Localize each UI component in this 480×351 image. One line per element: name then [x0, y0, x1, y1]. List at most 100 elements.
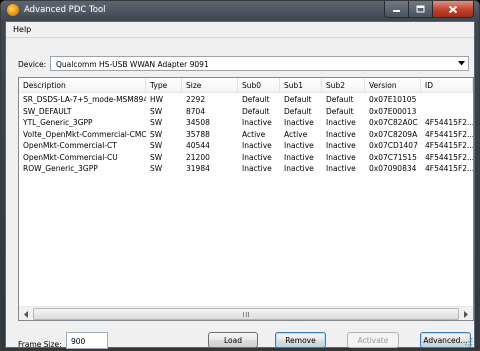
cell-size: 40544	[186, 141, 210, 150]
frame-size-value: 900	[71, 337, 86, 346]
maximize-icon	[416, 5, 425, 13]
table-row[interactable]: SR_DSDS-LA-7+5_mode-MSM8940 HW 2292 Default…	[19, 94, 473, 106]
config-table[interactable]: Description Type Size Sub0 Sub1 Sub2 Ver…	[18, 77, 474, 321]
cell-id: 4F54415F2...	[425, 164, 473, 173]
frame-size-input[interactable]: 900	[66, 332, 108, 349]
cell-type: SW	[150, 164, 163, 173]
chevron-right-icon	[464, 310, 468, 318]
cell-size: 34508	[186, 118, 210, 127]
column-header-version[interactable]: Version	[365, 78, 421, 93]
cell-sub0: Inactive	[242, 164, 272, 173]
menu-help[interactable]: Help	[11, 25, 33, 34]
cell-size: 35788	[186, 129, 210, 139]
cell-sub0: Active	[242, 129, 266, 139]
cell-version: 0x07E10105	[369, 95, 417, 104]
close-button[interactable]	[433, 1, 474, 18]
cell-description: SR_DSDS-LA-7+5_mode-MSM8940	[23, 95, 146, 104]
table-row[interactable]: OpenMkt-Commercial-CU SW 21200 Inactive Inac…	[19, 152, 473, 164]
app-window: Advanced PDC Tool Help Device: Qualcomm …	[0, 0, 480, 351]
frame-size-label: Frame Size:	[18, 340, 62, 349]
menu-bar: Help	[6, 22, 474, 38]
cell-sub2: Inactive	[326, 152, 356, 162]
table-row[interactable]: ROW_Generic_3GPP SW 31984 Inactive Inactive I…	[19, 163, 473, 175]
column-header-sub2[interactable]: Sub2	[322, 78, 365, 93]
load-button[interactable]: Load	[208, 332, 258, 348]
cell-id: 4F54415F2...	[425, 141, 473, 150]
cell-sub0: Inactive	[242, 152, 272, 162]
cell-type: SW	[150, 118, 163, 127]
cell-type: SW	[150, 129, 163, 139]
cell-sub0: Default	[242, 106, 270, 116]
client-area: Help Device: Qualcomm HS-USB WWAN Adapte…	[5, 21, 475, 349]
cell-version: 0x07C71515	[369, 152, 417, 162]
cell-sub2: Inactive	[326, 129, 356, 139]
cell-sub2: Inactive	[326, 118, 356, 127]
cell-sub2: Inactive	[326, 164, 356, 173]
column-header-sub0[interactable]: Sub0	[238, 78, 280, 93]
cell-id: 4F54415F2...	[425, 152, 473, 162]
table-row[interactable]: Volte_OpenMkt-Commercial-CMCC SW 35788 Acti…	[19, 129, 473, 141]
device-label: Device:	[18, 60, 47, 69]
column-header-description[interactable]: Description	[19, 78, 146, 93]
cell-description: OpenMkt-Commercial-CT	[23, 141, 117, 150]
cell-sub1: Inactive	[284, 164, 314, 173]
chevron-left-icon	[24, 310, 28, 318]
cell-sub1: Inactive	[284, 141, 314, 150]
cell-type: SW	[150, 106, 163, 116]
cell-type: SW	[150, 141, 163, 150]
table-row[interactable]: OpenMkt-Commercial-CT SW 40544 Inactive Inac…	[19, 140, 473, 152]
cell-description: ROW_Generic_3GPP	[23, 164, 98, 173]
caption-buttons	[384, 1, 474, 18]
table-body: SR_DSDS-LA-7+5_mode-MSM8940 HW 2292 Default…	[19, 94, 473, 175]
remove-button[interactable]: Remove	[275, 332, 326, 348]
table-row[interactable]: SW_DEFAULT SW 8704 Default Default Default 0x0…	[19, 106, 473, 118]
scrollbar-thumb[interactable]	[33, 308, 459, 320]
cell-sub1: Inactive	[284, 118, 314, 127]
activate-button[interactable]: Activate	[347, 332, 399, 348]
cell-sub1: Inactive	[284, 152, 314, 162]
column-header-type[interactable]: Type	[146, 78, 182, 93]
cell-description: Volte_OpenMkt-Commercial-CMCC	[23, 129, 146, 139]
cell-sub1: Default	[284, 95, 312, 104]
cell-size: 31984	[186, 164, 210, 173]
column-header-sub1[interactable]: Sub1	[280, 78, 322, 93]
scroll-right-button[interactable]	[459, 307, 473, 320]
cell-version: 0x07C8209A	[369, 129, 418, 139]
table-row[interactable]: YTL_Generic_3GPP SW 34508 Inactive Inactive I…	[19, 117, 473, 129]
horizontal-scrollbar[interactable]	[19, 306, 473, 320]
resize-grip-icon[interactable]	[464, 337, 473, 346]
device-dropdown[interactable]: Qualcomm HS-USB WWAN Adapter 9091	[50, 56, 469, 71]
column-header-id[interactable]: ID	[421, 78, 473, 93]
column-header-size[interactable]: Size	[182, 78, 238, 93]
app-icon	[7, 4, 19, 16]
cell-description: SW_DEFAULT	[23, 106, 72, 116]
cell-version: 0x07090834	[369, 164, 417, 173]
grip-icon	[243, 311, 249, 317]
cell-description: YTL_Generic_3GPP	[23, 118, 93, 127]
window-title: Advanced PDC Tool	[24, 5, 106, 15]
cell-size: 8704	[186, 106, 206, 116]
cell-sub0: Inactive	[242, 118, 272, 127]
cell-sub1: Active	[284, 129, 308, 139]
cell-type: SW	[150, 152, 163, 162]
cell-version: 0x07E00013	[369, 106, 417, 116]
table-header: Description Type Size Sub0 Sub1 Sub2 Ver…	[19, 78, 473, 93]
minimize-button[interactable]	[384, 1, 409, 18]
cell-sub0: Inactive	[242, 141, 272, 150]
cell-description: OpenMkt-Commercial-CU	[23, 152, 118, 162]
cell-size: 2292	[186, 95, 206, 104]
maximize-button[interactable]	[409, 1, 433, 18]
minimize-icon	[393, 10, 400, 12]
close-icon	[448, 5, 458, 13]
cell-sub2: Inactive	[326, 141, 356, 150]
cell-sub1: Default	[284, 106, 312, 116]
cell-version: 0x07C82A0C	[369, 118, 418, 127]
scroll-left-button[interactable]	[19, 307, 33, 320]
cell-version: 0x07CD1407	[369, 141, 418, 150]
cell-sub2: Default	[326, 106, 354, 116]
title-bar[interactable]: Advanced PDC Tool	[1, 1, 479, 21]
cell-size: 21200	[186, 152, 210, 162]
cell-type: HW	[150, 95, 164, 104]
cell-sub2: Default	[326, 95, 354, 104]
cell-id: 4F54415F2...	[425, 129, 473, 139]
